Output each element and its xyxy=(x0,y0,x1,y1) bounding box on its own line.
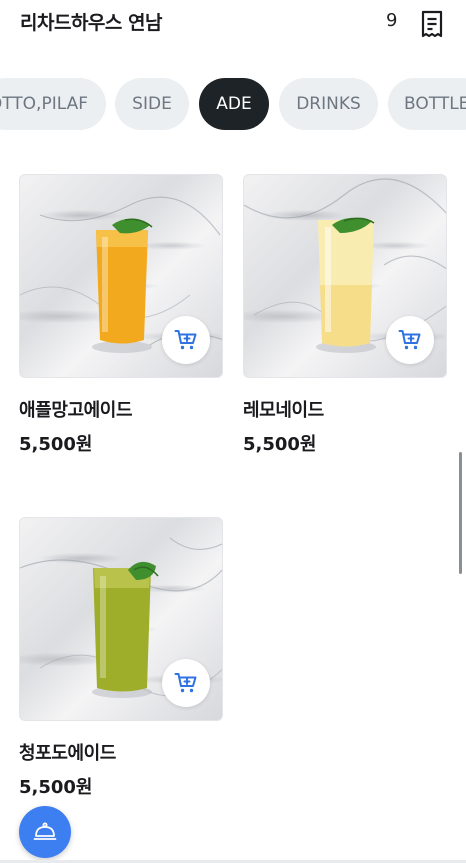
tab-risotto-pilaf[interactable]: OTTO,PILAF xyxy=(0,78,106,130)
category-tabs: OTTO,PILAF SIDE ADE DRINKS BOTTLE xyxy=(0,78,466,130)
store-name: 리차드하우스 연남 xyxy=(20,12,162,34)
tab-drinks[interactable]: DRINKS xyxy=(279,78,378,130)
product-name: 청포도에이드 xyxy=(19,743,116,764)
tab-label: OTTO,PILAF xyxy=(0,94,88,114)
add-to-cart-button[interactable] xyxy=(162,316,210,364)
receipt-icon[interactable] xyxy=(420,10,444,38)
product-card[interactable]: 청포도에이드 5,500원 xyxy=(19,517,223,807)
tab-bottle[interactable]: BOTTLE xyxy=(388,78,466,130)
product-image[interactable] xyxy=(19,517,223,721)
tab-label: BOTTLE xyxy=(404,94,466,114)
product-card[interactable]: 레모네이드 5,500원 xyxy=(243,174,447,464)
cart-add-icon xyxy=(398,330,421,350)
product-image[interactable] xyxy=(243,174,447,378)
serving-cloche-icon xyxy=(33,822,57,840)
app-header: 리차드하우스 연남 9 xyxy=(0,0,466,48)
cart-add-icon xyxy=(174,673,197,693)
tab-label: ADE xyxy=(216,94,252,114)
tab-ade[interactable]: ADE xyxy=(199,78,269,130)
product-name: 레모네이드 xyxy=(243,400,324,421)
product-name: 애플망고에이드 xyxy=(19,400,133,421)
tab-label: DRINKS xyxy=(296,94,361,114)
table-number: 9 xyxy=(386,10,398,31)
product-price: 5,500원 xyxy=(243,434,317,455)
product-price: 5,500원 xyxy=(19,777,93,798)
call-staff-button[interactable] xyxy=(19,806,71,858)
tab-label: SIDE xyxy=(132,94,172,114)
product-image[interactable] xyxy=(19,174,223,378)
add-to-cart-button[interactable] xyxy=(162,659,210,707)
tab-side[interactable]: SIDE xyxy=(115,78,189,130)
cart-add-icon xyxy=(174,330,197,350)
product-price: 5,500원 xyxy=(19,434,93,455)
scrollbar[interactable] xyxy=(459,452,462,574)
product-card[interactable]: 애플망고에이드 5,500원 xyxy=(19,174,223,464)
add-to-cart-button[interactable] xyxy=(386,316,434,364)
